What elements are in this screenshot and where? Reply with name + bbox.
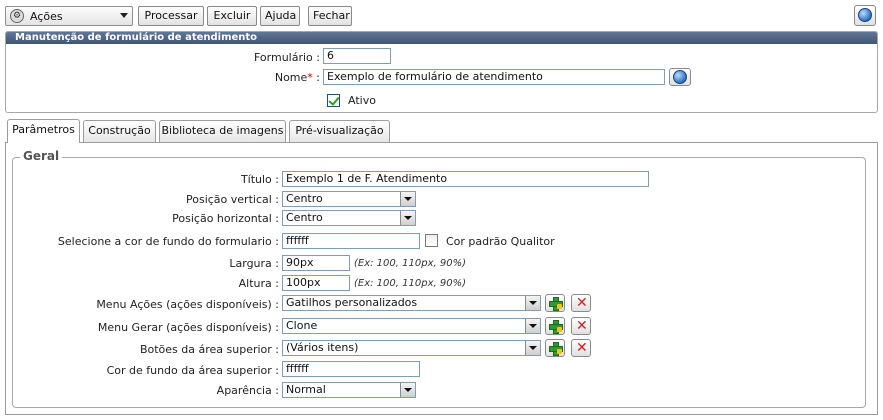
botoes-add-button[interactable] <box>545 339 565 357</box>
menu-gerar-label: Menu Gerar (ações disponíveis) : <box>97 321 279 334</box>
botoes-value: (Vários itens) <box>286 341 359 354</box>
cor-area-label: Cor de fundo da área superior : <box>106 364 279 377</box>
star-icon <box>557 304 562 309</box>
chevron-down-icon <box>400 383 415 397</box>
posicao-horizontal-select[interactable]: Centro <box>282 210 416 226</box>
posicao-horizontal-value: Centro <box>286 211 323 224</box>
menu-gerar-delete-button[interactable]: ✕ <box>571 317 591 335</box>
tab-parametros[interactable]: Parâmetros <box>7 119 80 143</box>
cor-fundo-label: Selecione a cor de fundo do formulario : <box>57 235 279 248</box>
titulo-label: Título : <box>240 173 279 186</box>
tab-biblioteca-imagens[interactable]: Biblioteca de imagens <box>159 120 286 142</box>
botoes-delete-button[interactable]: ✕ <box>571 339 591 357</box>
menu-acoes-value: Gatilhos personalizados <box>286 296 418 309</box>
cor-padrao-label: Cor padrão Qualitor <box>446 235 555 248</box>
menu-acoes-select[interactable]: Gatilhos personalizados <box>282 295 541 311</box>
posicao-vertical-label: Posição vertical : <box>186 193 279 206</box>
ajuda-button[interactable]: Ajuda <box>260 6 300 26</box>
chevron-down-icon <box>525 341 540 355</box>
altura-field[interactable]: 100px <box>282 275 350 291</box>
chevron-down-icon <box>120 13 128 18</box>
posicao-horizontal-label: Posição horizontal : <box>172 212 279 225</box>
toolbar: ⚙ Ações Processar Excluir Ajuda Fechar <box>5 5 878 27</box>
menu-gerar-add-button[interactable] <box>545 317 565 335</box>
tab-construcao[interactable]: Construção <box>83 120 156 142</box>
nome-label-wrap: Nome* : <box>200 71 320 84</box>
tab-pre-visualizacao[interactable]: Pré-visualização <box>289 120 390 142</box>
menu-acoes-add-button[interactable] <box>545 294 565 312</box>
menu-acoes-delete-button[interactable]: ✕ <box>571 294 591 312</box>
altura-label: Altura : <box>238 277 279 290</box>
ativo-label: Ativo <box>348 94 376 107</box>
altura-hint: (Ex: 100, 110px, 90%) <box>354 278 466 289</box>
botoes-select[interactable]: (Vários itens) <box>282 340 541 356</box>
star-icon <box>557 327 562 332</box>
aparencia-select[interactable]: Normal <box>282 382 416 398</box>
chevron-down-icon <box>400 192 415 206</box>
globe-icon <box>858 8 872 22</box>
cor-fundo-field[interactable]: ffffff <box>282 233 420 249</box>
botoes-label: Botões da área superior : <box>139 343 279 356</box>
nome-label-suffix: : <box>312 71 320 84</box>
aparencia-value: Normal <box>286 383 326 396</box>
menu-gerar-select[interactable]: Clone <box>282 318 541 334</box>
aparencia-label: Aparência : <box>216 384 279 397</box>
fechar-button[interactable]: Fechar <box>308 6 352 26</box>
titulo-field[interactable]: Exemplo 1 de F. Atendimento <box>282 171 649 187</box>
delete-icon: ✕ <box>576 295 588 311</box>
delete-icon: ✕ <box>576 340 588 356</box>
help-button[interactable] <box>854 5 876 26</box>
actions-dropdown-label: Ações <box>30 10 63 23</box>
excluir-button[interactable]: Excluir <box>207 6 257 26</box>
nome-field[interactable]: Exemplo de formulário de atendimento <box>323 69 665 85</box>
largura-field[interactable]: 90px <box>282 255 350 271</box>
posicao-vertical-value: Centro <box>286 192 323 205</box>
posicao-vertical-select[interactable]: Centro <box>282 191 416 207</box>
menu-acoes-label: Menu Ações (ações disponíveis) : <box>96 298 279 311</box>
formulario-label: Formulário : <box>254 51 320 64</box>
formulario-field[interactable]: 6 <box>323 48 391 64</box>
chevron-down-icon <box>525 296 540 310</box>
globe-icon <box>673 70 687 84</box>
star-icon <box>557 349 562 354</box>
translate-button[interactable] <box>669 68 691 86</box>
chevron-down-icon <box>400 211 415 225</box>
gear-icon: ⚙ <box>10 9 24 23</box>
actions-dropdown[interactable]: ⚙ Ações <box>5 6 133 26</box>
panel-title: Manutenção de formulário de atendimento <box>6 32 877 44</box>
cor-padrao-checkbox[interactable] <box>425 234 438 247</box>
nome-label: Nome <box>274 71 308 84</box>
delete-icon: ✕ <box>576 318 588 334</box>
processar-button[interactable]: Processar <box>138 6 204 26</box>
menu-gerar-value: Clone <box>286 319 318 332</box>
largura-label: Largura : <box>229 257 279 270</box>
ativo-checkbox[interactable] <box>327 94 340 107</box>
geral-legend: Geral <box>20 149 63 163</box>
chevron-down-icon <box>525 319 540 333</box>
largura-hint: (Ex: 100, 110px, 90%) <box>354 258 466 269</box>
cor-area-field[interactable]: ffffff <box>282 361 420 377</box>
